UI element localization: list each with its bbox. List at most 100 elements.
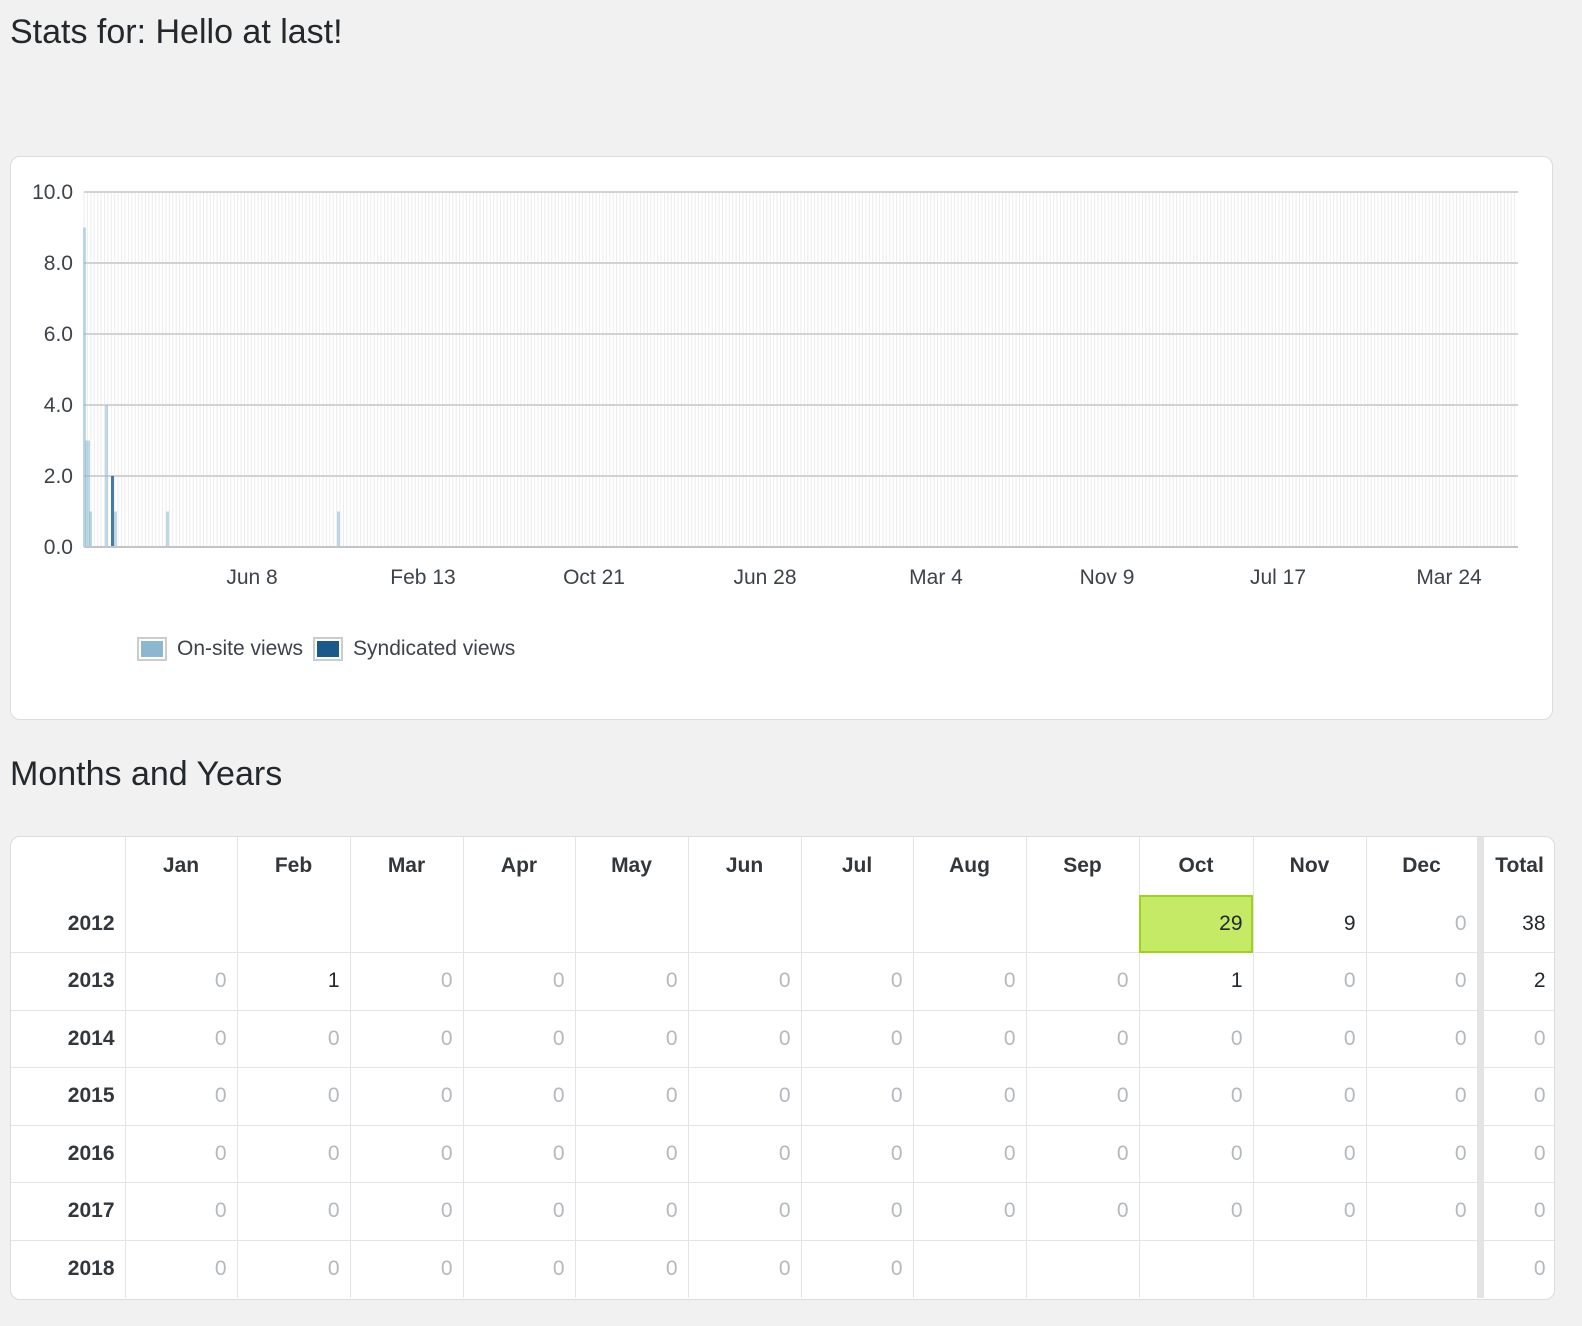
table-row: 2017 0 0 0 0 0 0 0 0 0 0 0 0 0 bbox=[11, 1182, 1554, 1241]
row-year-label: 2016 bbox=[11, 1125, 126, 1183]
month-cell: 0 bbox=[1253, 1182, 1367, 1241]
month-cell: 0 bbox=[237, 1240, 351, 1298]
month-cell: 0 bbox=[575, 952, 689, 1011]
month-cell: 0 bbox=[463, 1125, 576, 1183]
month-cell bbox=[913, 1240, 1027, 1298]
month-cell bbox=[1026, 895, 1140, 953]
months-years-table-card: Jan Feb Mar Apr May Jun Jul Aug Sep Oct Nov Dec Tota… bbox=[10, 836, 1555, 1300]
table-row: 2013 0 1 0 0 0 0 0 0 0 1 0 0 2 bbox=[11, 952, 1554, 1011]
x-tick-label: Jun 28 bbox=[733, 566, 796, 589]
month-cell: 0 bbox=[1139, 1182, 1254, 1241]
header-month-mar: Mar bbox=[350, 837, 464, 895]
month-cell: 0 bbox=[350, 1240, 464, 1298]
month-cell: 0 bbox=[1139, 1067, 1254, 1126]
table-row: 2016 0 0 0 0 0 0 0 0 0 0 0 0 0 bbox=[11, 1125, 1554, 1183]
x-tick-label: Mar 4 bbox=[909, 566, 963, 589]
month-cell bbox=[463, 895, 576, 953]
month-cell: 0 bbox=[237, 1067, 351, 1126]
x-tick-label: Feb 13 bbox=[390, 566, 455, 589]
legend-item-syndicated[interactable]: Syndicated views bbox=[313, 637, 515, 661]
y-tick-label: 0.0 bbox=[44, 536, 73, 559]
month-cell: 0 bbox=[913, 952, 1027, 1011]
year-total-cell: 0 bbox=[1476, 1182, 1554, 1241]
month-cell: 0 bbox=[237, 1125, 351, 1183]
month-cell: 0 bbox=[913, 1125, 1027, 1183]
header-month-jun: Jun bbox=[688, 837, 802, 895]
month-cell: 0 bbox=[1366, 1010, 1481, 1068]
header-month-jan: Jan bbox=[125, 837, 238, 895]
month-cell: 0 bbox=[125, 1240, 238, 1298]
month-cell bbox=[688, 895, 802, 953]
month-cell: 0 bbox=[350, 1010, 464, 1068]
month-cell: 0 bbox=[575, 1182, 689, 1241]
legend-label-syndicated: Syndicated views bbox=[353, 637, 516, 660]
chart-bar bbox=[105, 405, 108, 547]
header-corner bbox=[11, 837, 126, 895]
month-cell: 0 bbox=[1253, 1010, 1367, 1068]
month-cell: 0 bbox=[463, 1182, 576, 1241]
chart-bar bbox=[114, 511, 117, 547]
x-tick-label: Jun 8 bbox=[226, 566, 277, 589]
months-years-table: Jan Feb Mar Apr May Jun Jul Aug Sep Oct Nov Dec Tota… bbox=[11, 837, 1554, 1298]
month-cell bbox=[1026, 1240, 1140, 1298]
month-cell: 0 bbox=[463, 1240, 576, 1298]
month-cell: 1 bbox=[237, 952, 351, 1011]
month-cell bbox=[801, 895, 914, 953]
month-cell: 0 bbox=[350, 1067, 464, 1126]
chart-legend: On-site views Syndicated views bbox=[137, 637, 525, 661]
month-cell: 0 bbox=[1026, 1182, 1140, 1241]
month-cell: 0 bbox=[350, 1182, 464, 1241]
month-cell: 0 bbox=[1026, 952, 1140, 1011]
x-tick-label: Jul 17 bbox=[1250, 566, 1306, 589]
header-month-feb: Feb bbox=[237, 837, 351, 895]
row-year-label: 2012 bbox=[11, 895, 126, 953]
year-total-cell: 2 bbox=[1476, 952, 1554, 1011]
year-total-cell: 0 bbox=[1476, 1240, 1554, 1298]
month-cell: 0 bbox=[688, 1125, 802, 1183]
month-cell: 0 bbox=[1366, 1067, 1481, 1126]
year-total-cell: 0 bbox=[1476, 1067, 1554, 1126]
month-cell: 0 bbox=[688, 1240, 802, 1298]
month-cell: 0 bbox=[350, 952, 464, 1011]
month-cell: 0 bbox=[1139, 1125, 1254, 1183]
month-cell: 0 bbox=[1366, 952, 1481, 1011]
month-cell: 0 bbox=[913, 1010, 1027, 1068]
month-cell: 0 bbox=[801, 1240, 914, 1298]
views-chart-card: 0.0 2.0 4.0 6.0 8.0 10.0 Jun 8 Feb 13 Oct 21 Jun … bbox=[10, 156, 1553, 720]
x-tick-label: Oct 21 bbox=[563, 566, 625, 589]
month-cell: 0 bbox=[801, 1010, 914, 1068]
month-cell: 0 bbox=[801, 1125, 914, 1183]
header-month-dec: Dec bbox=[1366, 837, 1481, 895]
chart-bar bbox=[166, 511, 169, 547]
month-cell: 0 bbox=[125, 952, 238, 1011]
month-cell: 0 bbox=[801, 1182, 914, 1241]
header-month-nov: Nov bbox=[1253, 837, 1367, 895]
month-cell: 0 bbox=[575, 1010, 689, 1068]
chart-bar bbox=[89, 511, 92, 547]
month-cell: 0 bbox=[463, 1010, 576, 1068]
month-cell: 0 bbox=[1026, 1067, 1140, 1126]
month-cell: 0 bbox=[913, 1067, 1027, 1126]
y-tick-label: 4.0 bbox=[44, 394, 73, 417]
legend-swatch-syndicated bbox=[313, 637, 344, 661]
header-month-sep: Sep bbox=[1026, 837, 1140, 895]
y-tick-label: 2.0 bbox=[44, 465, 73, 488]
header-month-may: May bbox=[575, 837, 689, 895]
table-row: 2015 0 0 0 0 0 0 0 0 0 0 0 0 0 bbox=[11, 1067, 1554, 1126]
month-cell bbox=[1139, 1240, 1254, 1298]
legend-label-onsite: On-site views bbox=[177, 637, 304, 660]
header-month-oct: Oct bbox=[1139, 837, 1254, 895]
header-month-apr: Apr bbox=[463, 837, 576, 895]
month-cell bbox=[1253, 1240, 1367, 1298]
month-cell: 0 bbox=[801, 952, 914, 1011]
y-tick-label: 10.0 bbox=[32, 181, 73, 204]
month-cell: 0 bbox=[575, 1240, 689, 1298]
legend-item-onsite[interactable]: On-site views bbox=[137, 637, 303, 661]
month-cell: 0 bbox=[350, 1125, 464, 1183]
month-cell: 0 bbox=[1253, 952, 1367, 1011]
month-cell: 0 bbox=[1366, 1182, 1481, 1241]
month-cell: 0 bbox=[125, 1067, 238, 1126]
table-header-row: Jan Feb Mar Apr May Jun Jul Aug Sep Oct Nov Dec Tota… bbox=[11, 837, 1554, 895]
year-total-cell: 38 bbox=[1476, 895, 1554, 953]
month-cell: 0 bbox=[688, 1182, 802, 1241]
